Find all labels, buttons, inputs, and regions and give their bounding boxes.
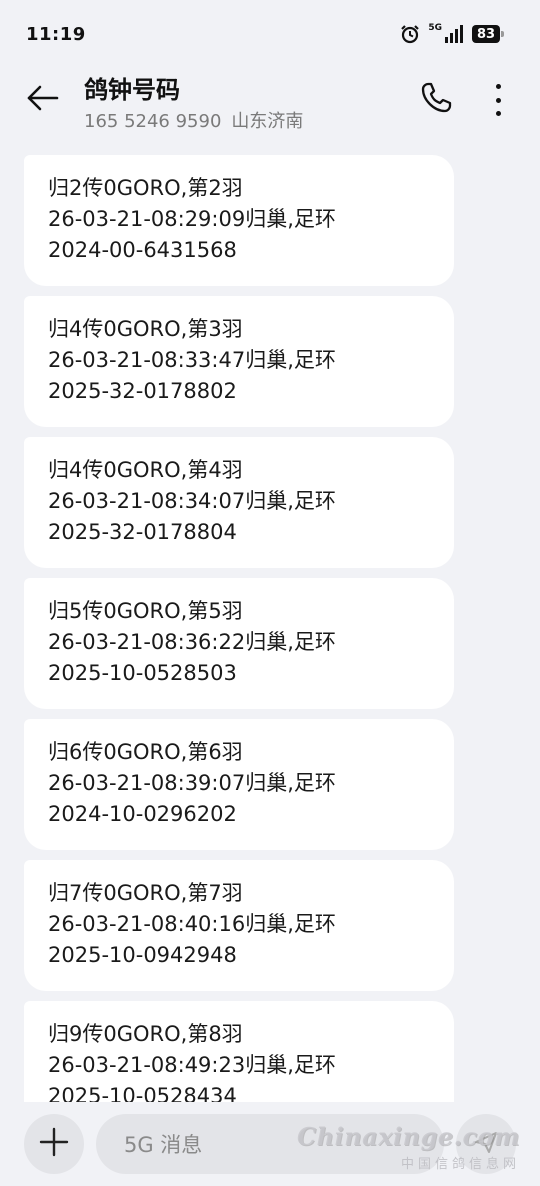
arrow-left-icon <box>25 84 59 116</box>
conversation-header: 鸽钟号码 165 5246 9590 山东济南 <box>0 70 540 145</box>
contact-location: 山东济南 <box>231 111 304 132</box>
more-vertical-icon-dot <box>495 97 501 103</box>
message-text-line2: 26-03-21-08:34:07归巢,足环 <box>48 489 336 513</box>
message-text-line3: 2024-00-6431568 <box>48 238 237 262</box>
message-text-line2: 26-03-21-08:40:16归巢,足环 <box>48 912 336 936</box>
message-bubble[interactable]: 归5传0GORO,第5羽 26-03-21-08:36:22归巢,足环 2025-1… <box>24 578 454 709</box>
message-bubble[interactable]: 归4传0GORO,第4羽 26-03-21-08:34:07归巢,足环 2025-3… <box>24 437 454 568</box>
more-vertical-icon-dot <box>495 111 501 116</box>
status-bar: 11:19 5G 83 <box>0 0 540 70</box>
message-text-line1: 归5传0GORO,第5羽 <box>48 599 243 623</box>
message-bubble[interactable]: 归9传0GORO,第8羽 26-03-21-08:49:23归巢,足环 2025-1… <box>24 1001 454 1102</box>
message-bubble[interactable]: 归4传0GORO,第3羽 26-03-21-08:33:47归巢,足环 2025-3… <box>24 296 454 427</box>
battery-icon: 83 <box>472 25 504 43</box>
send-button[interactable] <box>456 1114 516 1174</box>
contact-phone-number: 165 5246 9590 <box>84 111 222 132</box>
message-text-line1: 归6传0GORO,第6羽 <box>48 740 243 764</box>
message-text-line2: 26-03-21-08:33:47归巢,足环 <box>48 348 336 372</box>
contact-name: 鸽钟号码 <box>84 76 180 104</box>
message-text-line3: 2025-10-0528503 <box>48 661 237 685</box>
back-button[interactable] <box>22 80 62 120</box>
message-text-line1: 归4传0GORO,第3羽 <box>48 317 243 341</box>
message-text-line1: 归2传0GORO,第2羽 <box>48 176 243 200</box>
message-bubble[interactable]: 归7传0GORO,第7羽 26-03-21-08:40:16归巢,足环 2025-1… <box>24 860 454 991</box>
phone-icon <box>419 81 453 119</box>
message-text-line2: 26-03-21-08:49:23归巢,足环 <box>48 1053 336 1077</box>
message-bubble[interactable]: 归6传0GORO,第6羽 26-03-21-08:39:07归巢,足环 2024-1… <box>24 719 454 850</box>
more-vertical-icon-dot <box>495 84 501 89</box>
signal-icon <box>444 25 464 43</box>
send-icon <box>473 1129 499 1159</box>
message-input[interactable]: 5G 消息 <box>96 1114 444 1174</box>
message-text-line2: 26-03-21-08:36:22归巢,足环 <box>48 630 336 654</box>
status-time: 11:19 <box>26 24 86 45</box>
message-text-line3: 2025-10-0942948 <box>48 943 237 967</box>
compose-bar: 5G 消息 <box>0 1102 540 1186</box>
message-text-line2: 26-03-21-08:39:07归巢,足环 <box>48 771 336 795</box>
message-text-line1: 归9传0GORO,第8羽 <box>48 1022 243 1046</box>
message-text-line3: 2025-10-0528434 <box>48 1084 237 1102</box>
message-text-line3: 2025-32-0178804 <box>48 520 237 544</box>
message-text-line3: 2025-32-0178802 <box>48 379 237 403</box>
message-bubble[interactable]: 归2传0GORO,第2羽 26-03-21-08:29:09归巢,足环 2024-0… <box>24 155 454 286</box>
call-button[interactable] <box>418 82 454 118</box>
message-text-line3: 2024-10-0296202 <box>48 802 237 826</box>
alarm-icon <box>400 24 420 44</box>
message-text-line1: 归4传0GORO,第4羽 <box>48 458 243 482</box>
plus-icon <box>39 1127 69 1161</box>
status-icons: 5G 83 <box>400 23 504 44</box>
message-text-line2: 26-03-21-08:29:09归巢,足环 <box>48 207 336 231</box>
more-options-button[interactable] <box>486 82 510 118</box>
message-list[interactable]: 归2传0GORO,第2羽 26-03-21-08:29:09归巢,足环 2024-0… <box>24 155 454 1102</box>
message-text-line1: 归7传0GORO,第7羽 <box>48 881 243 905</box>
network-label: 5G <box>428 23 442 33</box>
add-attachment-button[interactable] <box>24 1114 84 1174</box>
contact-details: 165 5246 9590 山东济南 <box>84 107 303 133</box>
